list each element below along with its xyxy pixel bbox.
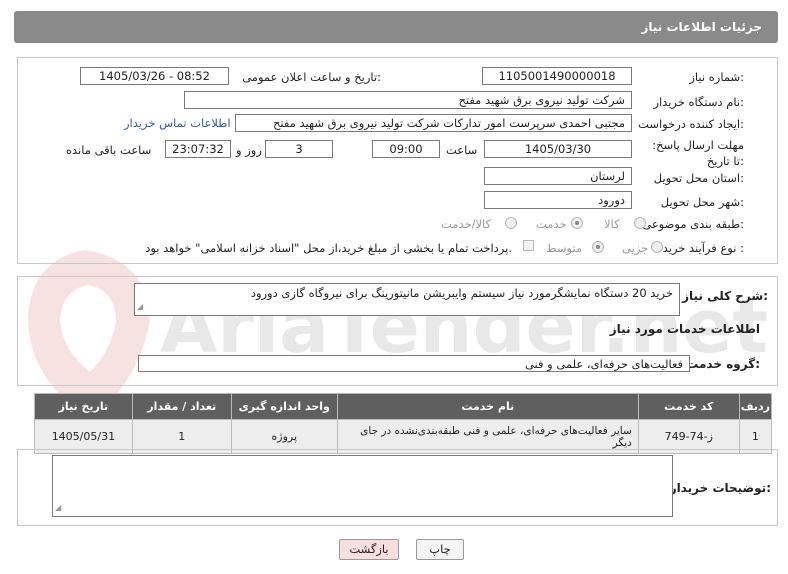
treasury-payment-checkbox[interactable] <box>523 240 534 251</box>
province-field: لرستان <box>484 167 632 185</box>
col-date: تاریخ نیاز <box>34 393 133 420</box>
requester-field: مجتبی احمدی سرپرست امور تدارکات شرکت تول… <box>235 114 632 132</box>
print-button[interactable]: چاپ <box>416 539 464 560</box>
treasury-payment-note: پرداخت تمام یا بخشی از مبلغ خرید،از محل … <box>145 241 512 255</box>
table-header-row: ردیف کد خدمت نام خدمت واحد اندازه گیری ت… <box>34 393 773 420</box>
province-label: استان محل تحویل: <box>653 171 744 185</box>
purchase-type-label: نوع فرآیند خرید : <box>662 241 744 255</box>
deadline-days-field: 3 <box>265 140 333 158</box>
need-number-field: 1105001490000018 <box>482 67 632 85</box>
need-number-label: شماره نیاز: <box>689 70 744 84</box>
deadline-time-label: ساعت <box>446 143 478 157</box>
summary-label: شرح کلی نیاز: <box>682 289 768 303</box>
purchase-minor-radio[interactable] <box>651 241 663 253</box>
service-group-field: فعالیت‌های حرفه‌ای، علمی و فنی <box>138 355 690 372</box>
resize-handle-icon: ◢ <box>137 302 144 311</box>
buyer-org-field: شرکت تولید نیروی برق شهید مفتح <box>184 91 632 109</box>
category-service-radio[interactable] <box>571 217 583 229</box>
announce-datetime-label: تاریخ و ساعت اعلان عمومی: <box>242 70 381 84</box>
col-name: نام خدمت <box>336 393 639 420</box>
purchase-minor-label: جزیی <box>622 241 649 255</box>
back-button[interactable]: بازگشت <box>339 539 399 560</box>
deadline-label: مهلت ارسال پاسخ: تا تاریخ: <box>652 138 744 168</box>
requester-label: ایجاد کننده درخواست: <box>638 117 744 131</box>
resize-handle-icon: ◢ <box>55 503 62 512</box>
city-field: دورود <box>484 191 632 209</box>
col-code: کد خدمت <box>637 393 740 420</box>
summary-textarea[interactable]: خرید 20 دستگاه نمایشگرمورد نیاز سیستم وا… <box>134 283 680 316</box>
remaining-time-field: 23:07:32 <box>165 140 231 158</box>
category-label: طبقه بندی موضوعی: <box>642 217 744 231</box>
deadline-date-field: 1405/03/30 <box>484 140 632 158</box>
buyer-notes-label: توضیحات خریدار: <box>669 481 771 495</box>
purchase-medium-radio[interactable] <box>592 241 604 253</box>
category-service-label: خدمت <box>536 217 567 231</box>
buyer-notes-textarea[interactable]: ◢ <box>52 455 673 517</box>
announce-datetime-field: 1405/03/26 - 08:52 <box>80 67 229 85</box>
col-row: ردیف <box>738 393 773 420</box>
category-goods-radio[interactable] <box>634 217 646 229</box>
service-group-label: گروه خدمت: <box>686 357 760 371</box>
category-goods-service-radio[interactable] <box>505 217 517 229</box>
remaining-time-label: ساعت باقی مانده <box>66 143 152 157</box>
services-table: ردیف کد خدمت نام خدمت واحد اندازه گیری ت… <box>34 393 773 454</box>
services-section-title: اطلاعات خدمات مورد نیاز <box>609 322 760 336</box>
category-goods-service-label: کالا/خدمت <box>441 217 492 231</box>
buyer-org-label: نام دستگاه خریدار: <box>653 95 744 109</box>
buyer-contact-link[interactable]: اطلاعات تماس خریدار <box>124 116 231 130</box>
deadline-days-label: روز و <box>236 143 262 157</box>
page-title: جزئیات اطلاعات نیاز <box>641 20 762 34</box>
city-label: شهر محل تحویل: <box>660 195 744 209</box>
col-unit: واحد اندازه گیری <box>230 393 338 420</box>
col-qty: تعداد / مقدار <box>131 393 232 420</box>
purchase-medium-label: متوسط <box>546 241 583 255</box>
deadline-time-field: 09:00 <box>372 140 440 158</box>
category-goods-label: کالا <box>604 217 620 231</box>
page-header: جزئیات اطلاعات نیاز <box>14 11 778 43</box>
